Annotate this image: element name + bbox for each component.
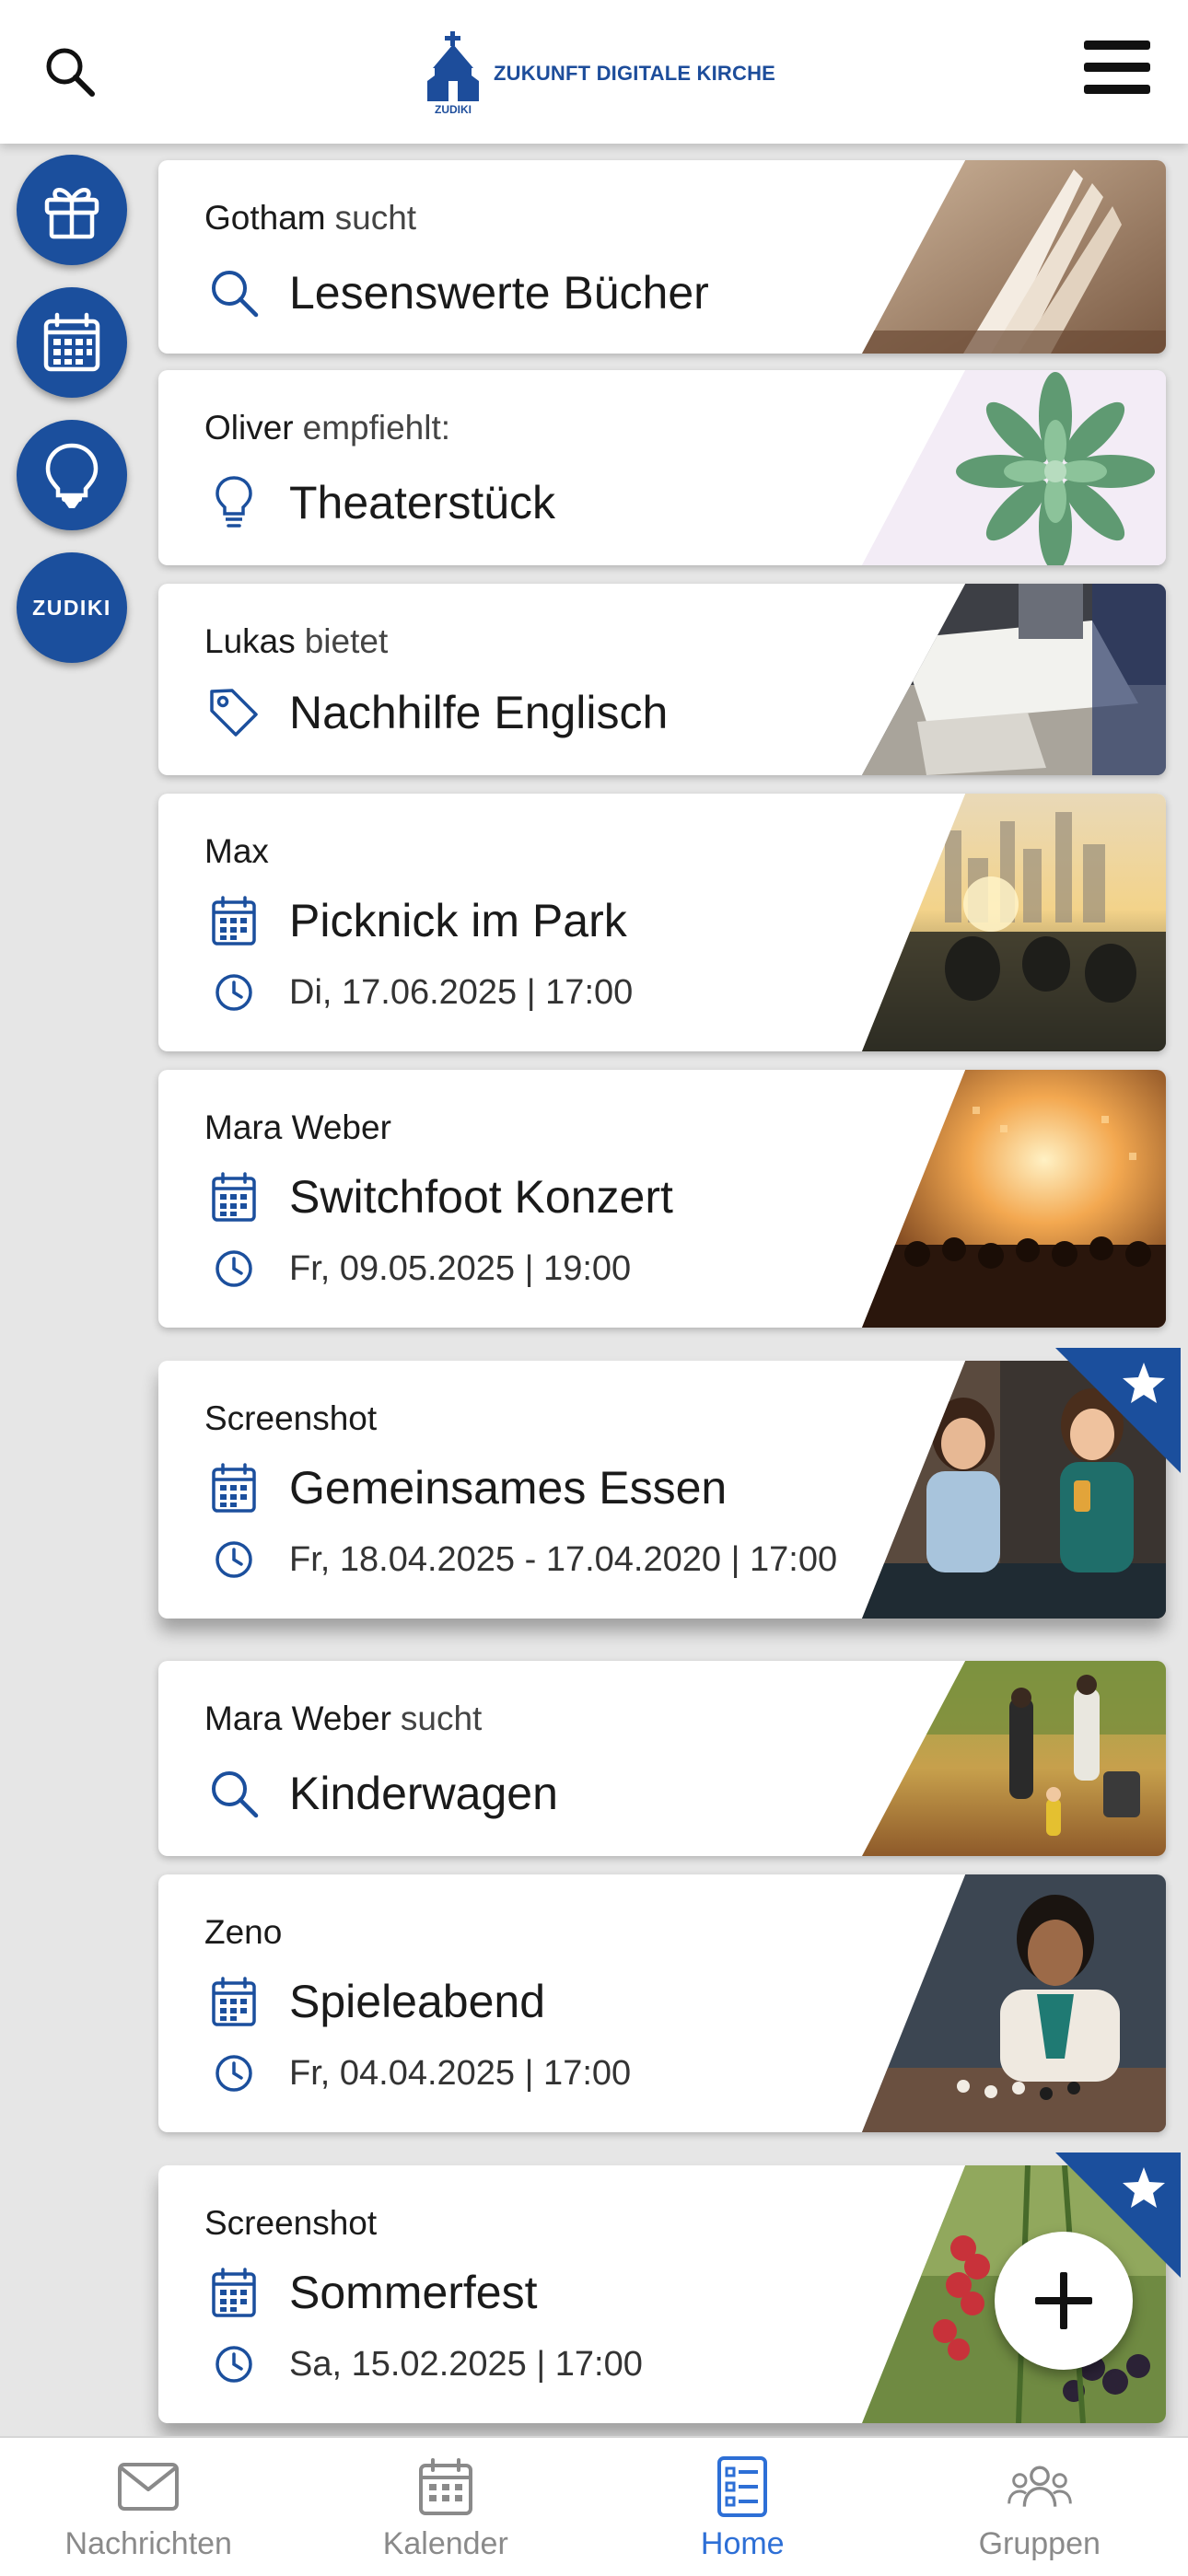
card-title: Spieleabend [289, 1975, 545, 2028]
search-icon [42, 44, 98, 99]
nav-label: Nachrichten [65, 2526, 232, 2562]
card-verb: empfiehlt: [303, 409, 450, 447]
post-card[interactable]: Gothamsucht Lesenswerte Bücher [158, 160, 1166, 354]
post-card[interactable]: Zeno Spieleabend Fr, 04.04.2025 | 17:00 [158, 1874, 1166, 2132]
lightbulb-icon [40, 440, 104, 510]
post-card[interactable]: Mara Weber sucht Kinderwagen [158, 1661, 1166, 1856]
filter-events-button[interactable] [17, 287, 127, 398]
envelope-icon [117, 2462, 180, 2512]
succulent-photo [862, 370, 1166, 565]
card-verb: bietet [305, 622, 389, 660]
featured-star-flag [1055, 1348, 1181, 1473]
card-author: Gotham [204, 199, 326, 237]
nav-label: Kalender [383, 2526, 508, 2562]
card-title: Lesenswerte Bücher [289, 266, 709, 319]
clock-icon [214, 972, 254, 1013]
logo-subtext: ZUDIKI [435, 103, 472, 116]
calendar-icon [40, 310, 104, 375]
post-card[interactable]: Oliverempfiehlt: Theaterstück [158, 370, 1166, 565]
desk-photo [862, 584, 1166, 775]
nav-item-kalender[interactable]: Kalender [297, 2438, 595, 2576]
menu-button[interactable] [1077, 28, 1157, 107]
lightbulb-icon [214, 475, 254, 530]
post-card[interactable]: Lukasbietet Nachhilfe Englisch [158, 584, 1166, 775]
calendar-icon [211, 1171, 257, 1223]
hamburger-menu-icon [1084, 39, 1150, 96]
add-post-button[interactable] [995, 2232, 1133, 2370]
filter-offers-button[interactable] [17, 155, 127, 265]
concert-photo [862, 1070, 1166, 1328]
card-date: Fr, 09.05.2025 | 19:00 [289, 1249, 631, 1289]
clock-icon [214, 1248, 254, 1289]
plus-icon [1031, 2269, 1096, 2333]
zudiki-label: ZUDIKI [32, 596, 111, 621]
logo-text: ZUKUNFT DIGITALE KIRCHE [494, 62, 775, 86]
card-title: Switchfoot Konzert [289, 1170, 673, 1224]
card-author: Max [204, 832, 269, 870]
card-title: Theaterstück [289, 476, 555, 529]
book-photo [862, 160, 1166, 354]
card-author: Screenshot [204, 1399, 377, 1437]
nav-item-nachrichten[interactable]: Nachrichten [0, 2438, 297, 2576]
group-icon [1007, 2459, 1072, 2514]
app-logo[interactable]: ZUDIKI ZUKUNFT DIGITALE KIRCHE [424, 31, 775, 116]
post-card[interactable]: Screenshot Gemeinsames Essen Fr, 18.04.2… [158, 1361, 1166, 1619]
post-card[interactable]: Max Picknick im Park Di, 17.06.2025 | 17… [158, 794, 1166, 1051]
card-verb: sucht [401, 1700, 482, 1737]
card-author: Zeno [204, 1913, 282, 1951]
card-verb: sucht [335, 199, 416, 237]
chess-photo [862, 1874, 1166, 2132]
card-author: Mara Weber [204, 1700, 391, 1737]
park-walk-photo [862, 1661, 1166, 1856]
calendar-icon [211, 1976, 257, 2027]
church-logo-icon: ZUDIKI [424, 31, 483, 116]
card-title: Nachhilfe Englisch [289, 686, 668, 739]
card-date: Sa, 15.02.2025 | 17:00 [289, 2345, 643, 2385]
post-card[interactable]: Mara Weber Switchfoot Konzert Fr, 09.05.… [158, 1070, 1166, 1328]
nav-label: Home [701, 2526, 785, 2562]
clock-icon [214, 2344, 254, 2385]
card-title: Kinderwagen [289, 1767, 558, 1820]
bottom-navigation: Nachrichten Kalender Home [0, 2436, 1188, 2576]
card-title: Gemeinsames Essen [289, 1461, 727, 1514]
card-author: Mara Weber [204, 1108, 391, 1146]
card-date: Di, 17.06.2025 | 17:00 [289, 973, 633, 1013]
card-author: Screenshot [204, 2204, 377, 2242]
nav-item-gruppen[interactable]: Gruppen [891, 2438, 1188, 2576]
clock-icon [214, 2053, 254, 2094]
card-title: Picknick im Park [289, 894, 627, 947]
card-title: Sommerfest [289, 2266, 538, 2319]
search-icon [207, 1767, 261, 1820]
gift-icon [40, 178, 104, 242]
filter-recommendations-button[interactable] [17, 420, 127, 530]
nav-item-home[interactable]: Home [594, 2438, 891, 2576]
nav-label: Gruppen [979, 2526, 1101, 2562]
list-icon [716, 2455, 768, 2518]
tag-icon [207, 686, 261, 739]
card-date: Fr, 04.04.2025 | 17:00 [289, 2054, 631, 2094]
card-author: Lukas [204, 622, 296, 660]
calendar-icon [211, 895, 257, 946]
calendar-icon [211, 2267, 257, 2318]
card-author: Oliver [204, 409, 294, 447]
zudiki-button[interactable]: ZUDIKI [17, 552, 127, 663]
calendar-icon [418, 2457, 473, 2516]
picnic-photo [862, 794, 1166, 1051]
app-header: ZUDIKI ZUKUNFT DIGITALE KIRCHE [0, 0, 1188, 144]
clock-icon [214, 1539, 254, 1580]
card-date: Fr, 18.04.2025 - 17.04.2020 | 17:00 [289, 1540, 837, 1580]
calendar-icon [211, 1462, 257, 1514]
search-icon [207, 266, 261, 319]
search-button[interactable] [37, 39, 103, 105]
